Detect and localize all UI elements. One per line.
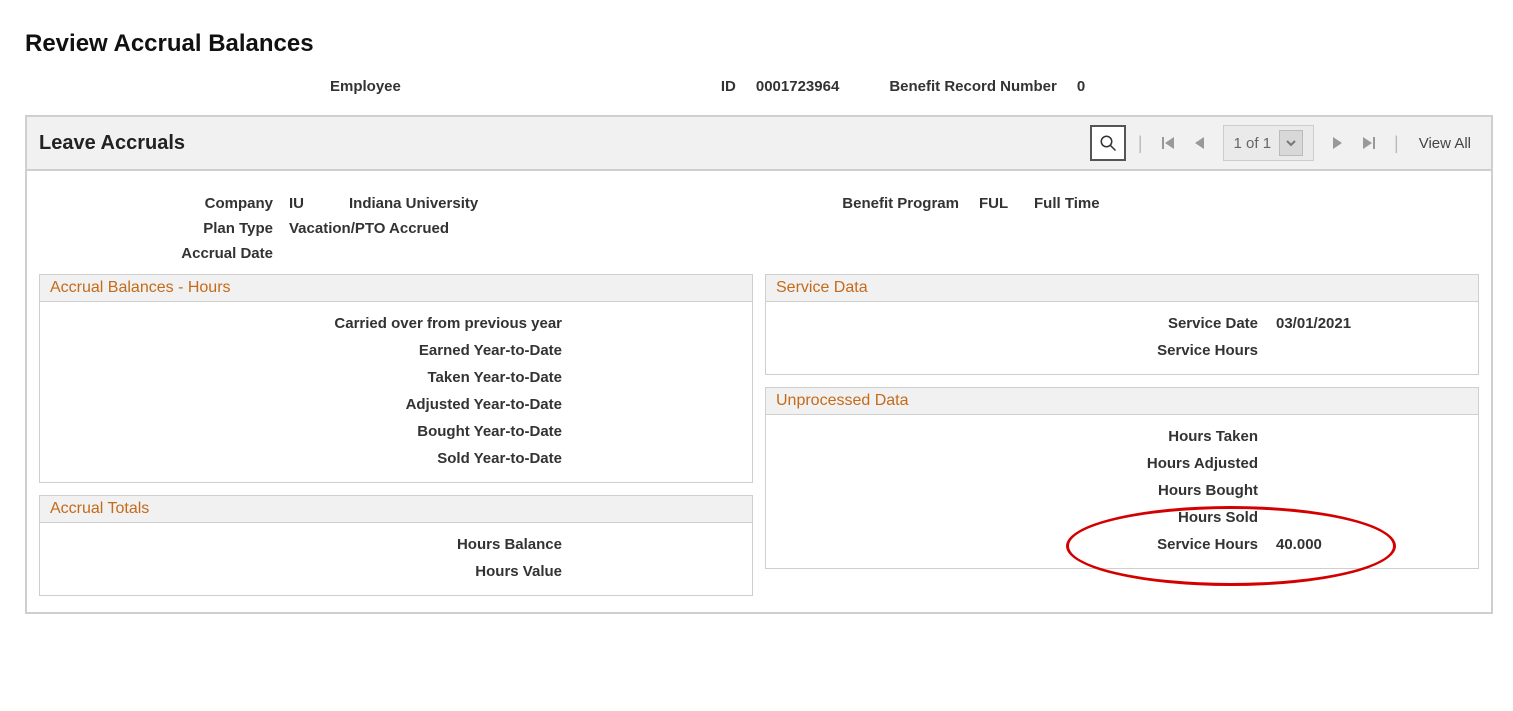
- search-button[interactable]: [1090, 125, 1126, 161]
- taken-ytd-label: Taken Year-to-Date: [50, 369, 580, 386]
- benefit-program-name: Full Time: [1034, 195, 1100, 212]
- leave-accruals-panel: Leave Accruals | 1 of 1 | View All: [25, 115, 1493, 614]
- accrual-totals-group: Accrual Totals Hours Balance Hours Value: [39, 495, 753, 596]
- separator: |: [1388, 133, 1405, 154]
- unprocessed-service-hours-label: Service Hours: [776, 536, 1276, 553]
- hours-adjusted-label: Hours Adjusted: [776, 455, 1276, 472]
- last-icon: [1363, 137, 1375, 149]
- first-page-button[interactable]: [1155, 130, 1181, 156]
- next-page-button[interactable]: [1324, 130, 1350, 156]
- employee-label: Employee: [330, 78, 401, 95]
- unprocessed-data-title: Unprocessed Data: [766, 388, 1478, 415]
- earned-ytd-label: Earned Year-to-Date: [50, 342, 580, 359]
- last-page-button[interactable]: [1356, 130, 1382, 156]
- employee-header-row: Employee ID 0001723964 Benefit Record Nu…: [25, 78, 1493, 95]
- page-indicator-text: 1 of 1: [1234, 135, 1272, 152]
- page-title: Review Accrual Balances: [25, 30, 1493, 58]
- adjusted-ytd-label: Adjusted Year-to-Date: [50, 396, 580, 413]
- accrual-balances-title: Accrual Balances - Hours: [40, 275, 752, 302]
- next-icon: [1331, 137, 1343, 149]
- unprocessed-data-group: Unprocessed Data Hours Taken Hours Adjus…: [765, 387, 1479, 569]
- bought-ytd-label: Bought Year-to-Date: [50, 423, 580, 440]
- search-icon: [1099, 134, 1117, 152]
- service-date-label: Service Date: [776, 315, 1276, 332]
- id-label: ID: [721, 78, 736, 95]
- plan-type-label: Plan Type: [39, 220, 289, 237]
- panel-body: Company IU Indiana University Benefit Pr…: [27, 171, 1491, 612]
- first-icon: [1162, 137, 1174, 149]
- service-date-value: 03/01/2021: [1276, 315, 1396, 332]
- panel-header: Leave Accruals | 1 of 1 | View All: [27, 117, 1491, 171]
- view-all-link[interactable]: View All: [1411, 135, 1479, 152]
- company-code: IU: [289, 195, 349, 212]
- accrual-date-label: Accrual Date: [39, 245, 289, 262]
- separator: |: [1132, 133, 1149, 154]
- unprocessed-service-hours-value: 40.000: [1276, 536, 1396, 553]
- plan-type-value: Vacation/PTO Accrued: [289, 220, 449, 237]
- service-data-title: Service Data: [766, 275, 1478, 302]
- hours-sold-label: Hours Sold: [776, 509, 1276, 526]
- page-dropdown[interactable]: [1279, 130, 1303, 156]
- prev-page-button[interactable]: [1187, 130, 1213, 156]
- hours-taken-label: Hours Taken: [776, 428, 1276, 445]
- sold-ytd-label: Sold Year-to-Date: [50, 450, 580, 467]
- hours-bought-label: Hours Bought: [776, 482, 1276, 499]
- benefit-record-number-label: Benefit Record Number: [889, 78, 1057, 95]
- chevron-down-icon: [1285, 137, 1297, 149]
- summary-block: Company IU Indiana University Benefit Pr…: [39, 191, 1479, 266]
- panel-title: Leave Accruals: [39, 132, 1084, 155]
- company-label: Company: [39, 195, 289, 212]
- carried-over-label: Carried over from previous year: [50, 315, 580, 332]
- accrual-balances-group: Accrual Balances - Hours Carried over fr…: [39, 274, 753, 483]
- company-name: Indiana University: [349, 195, 819, 212]
- service-data-group: Service Data Service Date03/01/2021 Serv…: [765, 274, 1479, 375]
- page-indicator[interactable]: 1 of 1: [1223, 125, 1315, 161]
- benefit-program-label: Benefit Program: [819, 195, 979, 212]
- prev-icon: [1194, 137, 1206, 149]
- hours-balance-label: Hours Balance: [50, 536, 580, 553]
- accrual-totals-title: Accrual Totals: [40, 496, 752, 523]
- benefit-program-code: FUL: [979, 195, 1034, 212]
- service-hours-label: Service Hours: [776, 342, 1276, 359]
- benefit-record-number-value: 0: [1077, 78, 1085, 95]
- id-value: 0001723964: [756, 78, 839, 95]
- hours-value-label: Hours Value: [50, 563, 580, 580]
